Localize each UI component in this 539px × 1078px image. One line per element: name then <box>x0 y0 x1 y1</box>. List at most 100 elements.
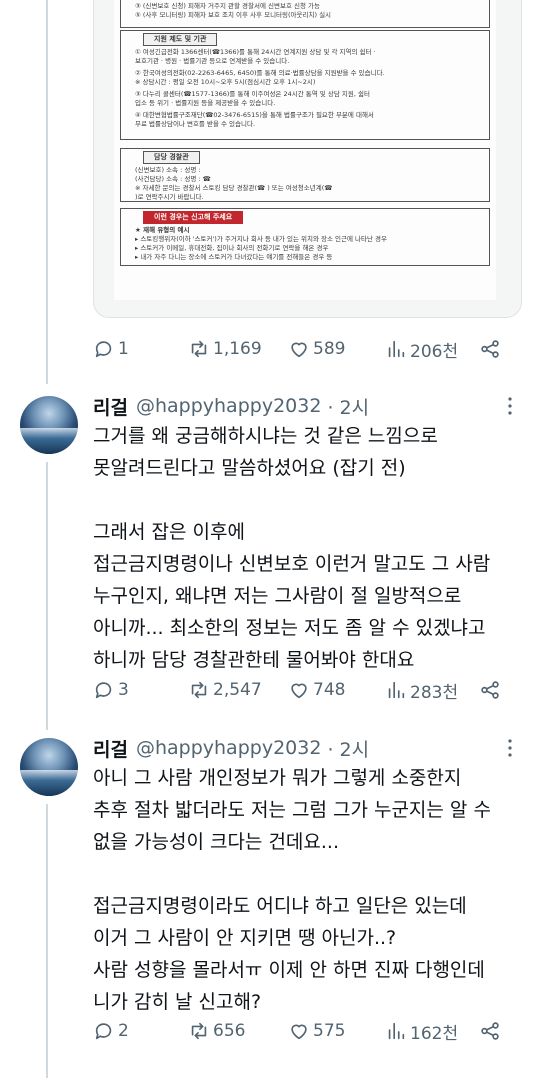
reply-button[interactable]: 2 <box>93 1018 129 1044</box>
doc-line: 보호기관 · 병원 · 법률기관 등으로 연계받을 수 있습니다. <box>135 57 290 65</box>
like-icon <box>291 683 307 699</box>
doc-line: )로 연락주시기 바랍니다. <box>135 193 204 201</box>
document-support-section: 지원 제도 및 기관 ① 여성긴급전화 1366센터(☎1366)를 통해 24… <box>120 30 490 140</box>
display-name[interactable]: 리걸 <box>93 735 128 762</box>
like-count: 589 <box>313 339 346 359</box>
doc-line: (사건담당) 소속 : 성명 : ☎ <box>135 175 211 183</box>
views-button[interactable]: 206천 <box>385 336 458 362</box>
share-icon <box>481 681 499 699</box>
reply-button[interactable]: 1 <box>93 336 129 362</box>
share-button[interactable] <box>479 1018 501 1044</box>
doc-line: 입소 등 위기 · 법률지원 등을 제공받을 수 있습니다. <box>135 99 276 107</box>
doc-line: ③ (신변보호 신청) 피해자 거주지 관할 경찰서에 신변보호 신청 가능 <box>135 2 320 10</box>
repost-button[interactable]: 656 <box>188 1018 245 1044</box>
doc-line: ※ 자세한 문의는 경찰서 스토킹 담당 경찰관(☎ ) 또는 여성청소년계(☎ <box>135 184 333 192</box>
thread-line <box>46 0 48 384</box>
doc-line: ▸ 스토커가 이메일, 휴대전화, 집이나 회사의 전화기로 연락을 해온 경우 <box>135 244 329 252</box>
repost-count: 656 <box>213 1021 246 1041</box>
display-name[interactable]: 리걸 <box>93 393 128 420</box>
repost-button[interactable]: 1,169 <box>188 336 262 362</box>
doc-line: ④ 대한변협법률구조재단(☎02-3476-6515)을 통해 법률구조가 필요… <box>135 111 374 119</box>
reply-count: 2 <box>118 1021 129 1041</box>
share-icon <box>481 340 499 358</box>
reply-count: 1 <box>118 339 129 359</box>
repost-count: 1,169 <box>213 339 262 359</box>
reply-button[interactable]: 3 <box>93 677 129 703</box>
timestamp[interactable]: · 2시 <box>327 735 369 762</box>
tweet-text-line: 누구인지, 왜냐면 저는 그사람이 절 일방적으로 <box>93 585 462 607</box>
doc-line: 무료 법률상담이나 변호를 받을 수 있습니다. <box>135 120 256 128</box>
document-report-section: 이런 경우는 신고해 주세요 ★ 재해 유형의 예시 ▸ 스토킹행위자(이하 '… <box>120 208 490 266</box>
thread-line <box>46 462 48 730</box>
doc-line: ★ 재해 유형의 예시 <box>135 226 190 234</box>
like-count: 748 <box>313 680 346 700</box>
avatar[interactable] <box>20 396 78 454</box>
document-top-section: ③ (신변보호 신청) 피해자 거주지 관할 경찰서에 신변보호 신청 가능 ⑤… <box>120 0 490 28</box>
doc-line: ③ 다누리 콜센터(☎1577-1366)를 통해 이주여성은 24시간 통역 … <box>135 90 370 98</box>
like-button[interactable]: 589 <box>288 336 345 362</box>
tweet-header: 리걸 @happyhappy2032 · 2시 <box>93 392 369 420</box>
avatar[interactable] <box>20 738 78 796</box>
views-button[interactable]: 283천 <box>385 677 458 703</box>
views-icon <box>388 681 405 699</box>
more-icon[interactable] <box>502 394 518 418</box>
share-button[interactable] <box>479 336 501 362</box>
tweet-text-line: 접근금지명령이라도 어디냐 하고 일단은 있는데 <box>93 895 467 917</box>
tweet-text-line: 그거를 왜 궁금해하시냐는 것 같은 느낌으로 <box>93 425 438 447</box>
doc-line: ▸ 스토킹행위자(이하 '스토커')가 주거지나 회사 등 내가 있는 위치와 … <box>135 235 387 243</box>
document-paper: ③ (신변보호 신청) 피해자 거주지 관할 경찰서에 신변보호 신청 가능 ⑤… <box>114 0 496 300</box>
like-button[interactable]: 748 <box>288 677 345 703</box>
tweet-text-line: 아니 그 사람 개인정보가 뭐가 그렇게 소중한지 <box>93 767 462 789</box>
repost-icon <box>191 681 207 699</box>
views-count: 283천 <box>410 682 459 703</box>
reply-icon <box>95 1023 112 1040</box>
user-handle[interactable]: @happyhappy2032 <box>136 395 321 417</box>
document-officer-section: 담당 경찰관 (신변보호) 소속 : 성명 : (사건담당) 소속 : 성명 :… <box>120 148 490 202</box>
tweet-text-line <box>93 484 533 516</box>
tweet-actions: 2 656 575 162천 <box>93 1018 511 1044</box>
doc-line: ① 여성긴급전화 1366센터(☎1366)를 통해 24시간 연계지원 상담 … <box>135 48 376 56</box>
repost-icon <box>191 1022 207 1040</box>
doc-line: ▸ 내가 자주 다니는 장소에 스토커가 다녀갔다는 얘기를 전해들은 경우 등 <box>135 253 333 261</box>
repost-icon <box>191 340 207 358</box>
like-button[interactable]: 575 <box>288 1018 345 1044</box>
doc-line: (신변보호) 소속 : 성명 : <box>135 166 201 174</box>
doc-line: ⑤ (사후 모니터링) 피해자 보호 조치 이후 사후 모니터링(아웃리치) 실… <box>135 11 332 19</box>
tweet-text-line: 니가 감히 날 신고해? <box>93 991 262 1013</box>
tweet-text-line: 못알려드린다고 말씀하셨어요 (잡기 전) <box>93 457 406 479</box>
timestamp[interactable]: · 2시 <box>327 393 369 420</box>
tweet-text-line <box>93 858 533 890</box>
like-count: 575 <box>313 1021 346 1041</box>
attached-document-image[interactable]: ③ (신변보호 신청) 피해자 거주지 관할 경찰서에 신변보호 신청 가능 ⑤… <box>93 0 522 318</box>
tweet-text-line: 아니까... 최소한의 정보는 저도 좀 알 수 있겠냐고 <box>93 617 486 639</box>
views-count: 162천 <box>410 1023 459 1044</box>
reply-icon <box>95 682 112 699</box>
tweet-header: 리걸 @happyhappy2032 · 2시 <box>93 734 369 762</box>
tweet-text-line: 접근금지명령이나 신변보호 이런거 말고도 그 사람 <box>93 553 491 575</box>
more-icon[interactable] <box>502 736 518 760</box>
tweet-text-line: 없을 가능성이 크다는 건데요... <box>93 831 339 853</box>
tweet-text: 그거를 왜 궁금해하시냐는 것 같은 느낌으로 못알려드린다고 말씀하셨어요 (… <box>93 420 533 676</box>
repost-button[interactable]: 2,547 <box>188 677 262 703</box>
views-icon <box>388 340 405 358</box>
like-icon <box>291 1024 307 1040</box>
like-icon <box>291 342 307 358</box>
tweet-actions: 1 1,169 589 206천 <box>93 336 511 362</box>
views-count: 206천 <box>410 341 459 362</box>
tweet-text-line: 사람 성향을 몰라서ㅠ 이제 안 하면 진짜 다행인데 <box>93 959 485 981</box>
reply-icon <box>95 341 112 358</box>
share-button[interactable] <box>479 677 501 703</box>
share-icon <box>481 1022 499 1040</box>
doc-heading: 담당 경찰관 <box>143 151 200 164</box>
views-button[interactable]: 162천 <box>385 1018 458 1044</box>
tweet-actions: 3 2,547 748 283천 <box>93 677 511 703</box>
reply-count: 3 <box>118 680 129 700</box>
views-icon <box>388 1022 405 1040</box>
tweet-text-line: 추후 절차 밟더라도 저는 그럼 그가 누군지는 알 수 <box>93 799 491 821</box>
doc-heading: 이런 경우는 신고해 주세요 <box>143 211 244 224</box>
thread-line <box>46 804 48 1078</box>
doc-line: ※ 상담시간 : 평일 오전 10시~오후 5시(점심시간 오후 1시~2시) <box>135 78 316 86</box>
doc-line: ② 한국여성의전화(02-2263-6465, 6450)를 통해 의료·법률상… <box>135 69 385 77</box>
user-handle[interactable]: @happyhappy2032 <box>136 737 321 759</box>
tweet-text: 아니 그 사람 개인정보가 뭐가 그렇게 소중한지 추후 절차 밟더라도 저는 … <box>93 762 533 1018</box>
